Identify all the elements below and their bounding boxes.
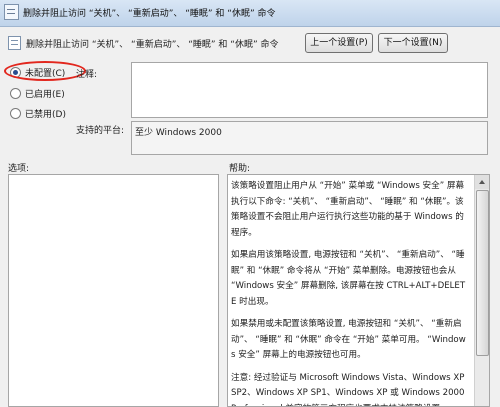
help-label: 帮助: (229, 164, 251, 174)
help-paragraph: 如果禁用或未配置该策略设置, 电源按钮和 “关机”、 “重新启动”、 “睡眠” … (231, 319, 466, 360)
previous-setting-button[interactable]: 上一个设置(P) (305, 33, 373, 53)
comment-label: 注释: (76, 70, 98, 80)
help-paragraph: 该策略设置阻止用户从 “开始” 菜单或 “Windows 安全” 屏幕执行以下命… (231, 181, 465, 238)
setting-title: 删除并阻止访问 “关机”、 “重新启动”、 “睡眠” 和 “休眠” 命令 (26, 40, 279, 50)
policy-setting-icon (8, 36, 21, 50)
scroll-up-icon[interactable] (475, 175, 489, 189)
next-setting-button[interactable]: 下一个设置(N) (378, 33, 448, 53)
red-highlight-circle (4, 61, 86, 81)
radio-enabled-label: 已启用(E) (25, 90, 65, 100)
help-text: 该策略设置阻止用户从 “开始” 菜单或 “Windows 安全” 屏幕执行以下命… (231, 179, 469, 407)
radio-disabled-label: 已禁用(D) (25, 110, 66, 120)
supported-platform-value: 至少 Windows 2000 (135, 128, 222, 138)
radio-empty-icon[interactable] (10, 88, 21, 99)
options-panel (8, 174, 219, 407)
comment-field[interactable] (131, 62, 488, 118)
policy-icon (4, 4, 19, 20)
radio-enabled[interactable]: 已启用(E) (10, 88, 65, 100)
help-panel: 该策略设置阻止用户从 “开始” 菜单或 “Windows 安全” 屏幕执行以下命… (227, 174, 490, 407)
title-bar: 删除并阻止访问 “关机”、 “重新启动”、 “睡眠” 和 “休眠” 命令 (0, 0, 500, 27)
supported-platform-label: 支持的平台: (76, 126, 125, 136)
options-label: 选项: (8, 164, 30, 174)
scroll-thumb[interactable] (476, 190, 489, 356)
dialog-body: 删除并阻止访问 “关机”、 “重新启动”、 “睡眠” 和 “休眠” 命令 上一个… (0, 27, 500, 407)
radio-empty-icon[interactable] (10, 108, 21, 119)
help-paragraph: 如果启用该策略设置, 电源按钮和 “关机”、 “重新启动”、 “睡眠” 和 “休… (231, 250, 466, 307)
help-paragraph: 注意: 经过验证与 Microsoft Windows Vista、Window… (231, 372, 465, 407)
radio-disabled[interactable]: 已禁用(D) (10, 108, 66, 120)
supported-platform-box: 至少 Windows 2000 (131, 121, 488, 155)
window-title: 删除并阻止访问 “关机”、 “重新启动”、 “睡眠” 和 “休眠” 命令 (23, 9, 276, 19)
help-scrollbar[interactable] (474, 175, 489, 406)
